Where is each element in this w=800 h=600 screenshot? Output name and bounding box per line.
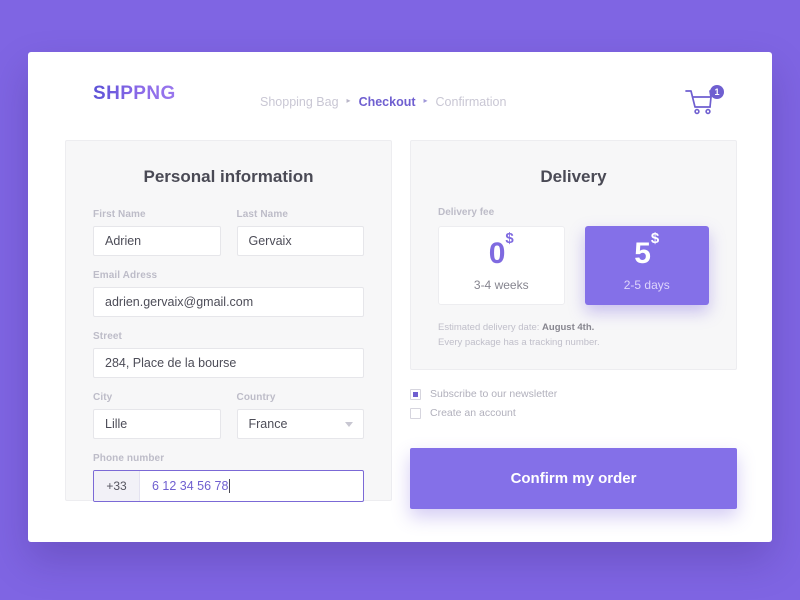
first-name-input[interactable]: Adrien <box>93 226 221 256</box>
newsletter-option[interactable]: Subscribe to our newsletter <box>410 388 557 400</box>
delivery-option-express-time: 2-5 days <box>623 278 670 292</box>
newsletter-label: Subscribe to our newsletter <box>430 388 558 400</box>
price-amount: 5 <box>634 237 651 270</box>
delivery-panel: Delivery Delivery fee 0$ 3-4 weeks 5$ 2-… <box>410 140 737 370</box>
city-input[interactable]: Lille <box>93 409 221 439</box>
street-input[interactable]: 284, Place de la bourse <box>93 348 364 378</box>
shopping-cart-button[interactable]: 1 <box>684 85 724 120</box>
newsletter-checkbox[interactable] <box>410 388 421 400</box>
create-account-option[interactable]: Create an account <box>410 407 557 419</box>
country-label: Country <box>236 392 276 403</box>
phone-number-input[interactable]: 6 12 34 56 78 <box>140 471 363 501</box>
currency-symbol: $ <box>505 229 514 247</box>
city-label: City <box>93 392 113 403</box>
delivery-option-standard-time: 3-4 weeks <box>473 278 529 292</box>
personal-information-form: First Name Adrien Last Name Gervaix Emai… <box>66 209 391 502</box>
create-account-checkbox[interactable] <box>410 407 421 419</box>
estimate-date: August 4th. <box>542 322 595 333</box>
currency-symbol: $ <box>650 229 660 247</box>
breadcrumb: Shopping Bag ▸ Checkout ▸ Confirmation <box>260 95 506 109</box>
brand-logo[interactable]: SHPPNG <box>93 83 176 105</box>
estimate-prefix: Estimated delivery date: <box>438 322 543 333</box>
delivery-option-express[interactable]: 5$ 2-5 days <box>584 226 709 305</box>
delivery-options: Delivery fee 0$ 3-4 weeks 5$ 2-5 days Es… <box>411 207 736 350</box>
email-input[interactable]: adrien.gervaix@gmail.com <box>93 287 364 317</box>
checkout-card: SHPPNG Shopping Bag ▸ Checkout ▸ Confirm… <box>28 52 772 542</box>
delivery-option-standard[interactable]: 0$ 3-4 weeks <box>438 226 565 305</box>
page-header: SHPPNG Shopping Bag ▸ Checkout ▸ Confirm… <box>28 52 772 140</box>
confirm-order-button[interactable]: Confirm my order <box>410 448 737 509</box>
delivery-option-express-price: 5$ <box>634 231 659 270</box>
text-cursor <box>229 479 231 493</box>
delivery-estimate: Estimated delivery date: August 4th. Eve… <box>438 321 709 350</box>
personal-information-panel: Personal information First Name Adrien L… <box>65 140 392 502</box>
order-options: Subscribe to our newsletter Create an ac… <box>410 388 557 426</box>
delivery-option-standard-price: 0$ <box>488 231 514 270</box>
breadcrumb-item-shopping-bag[interactable]: Shopping Bag <box>260 95 339 109</box>
create-account-label: Create an account <box>430 407 516 419</box>
breadcrumb-item-checkout[interactable]: Checkout <box>359 95 416 109</box>
panel-title-delivery: Delivery <box>540 167 607 186</box>
phone-number-value: 6 12 34 56 78 <box>152 479 229 493</box>
phone-number-field[interactable]: +33 6 12 34 56 78 <box>93 470 364 502</box>
price-amount: 0 <box>488 237 506 270</box>
country-select[interactable]: France <box>236 409 364 439</box>
last-name-label: Last Name <box>236 209 288 220</box>
last-name-input[interactable]: Gervaix <box>236 226 364 256</box>
breadcrumb-item-confirmation[interactable]: Confirmation <box>436 95 507 109</box>
cart-count-badge: 1 <box>710 85 724 99</box>
first-name-label: First Name <box>93 209 146 220</box>
delivery-fee-label: Delivery fee <box>438 207 495 218</box>
estimated-delivery-date: Estimated delivery date: August 4th. <box>438 321 709 336</box>
phone-country-prefix[interactable]: +33 <box>94 471 140 501</box>
email-label: Email Adress <box>93 270 158 281</box>
panel-title-personal: Personal information <box>143 167 314 186</box>
chevron-right-icon: ▸ <box>346 96 351 105</box>
street-label: Street <box>93 331 122 342</box>
phone-number-label: Phone number <box>93 453 165 464</box>
chevron-right-icon: ▸ <box>423 96 428 105</box>
tracking-note: Every package has a tracking number. <box>438 336 600 348</box>
